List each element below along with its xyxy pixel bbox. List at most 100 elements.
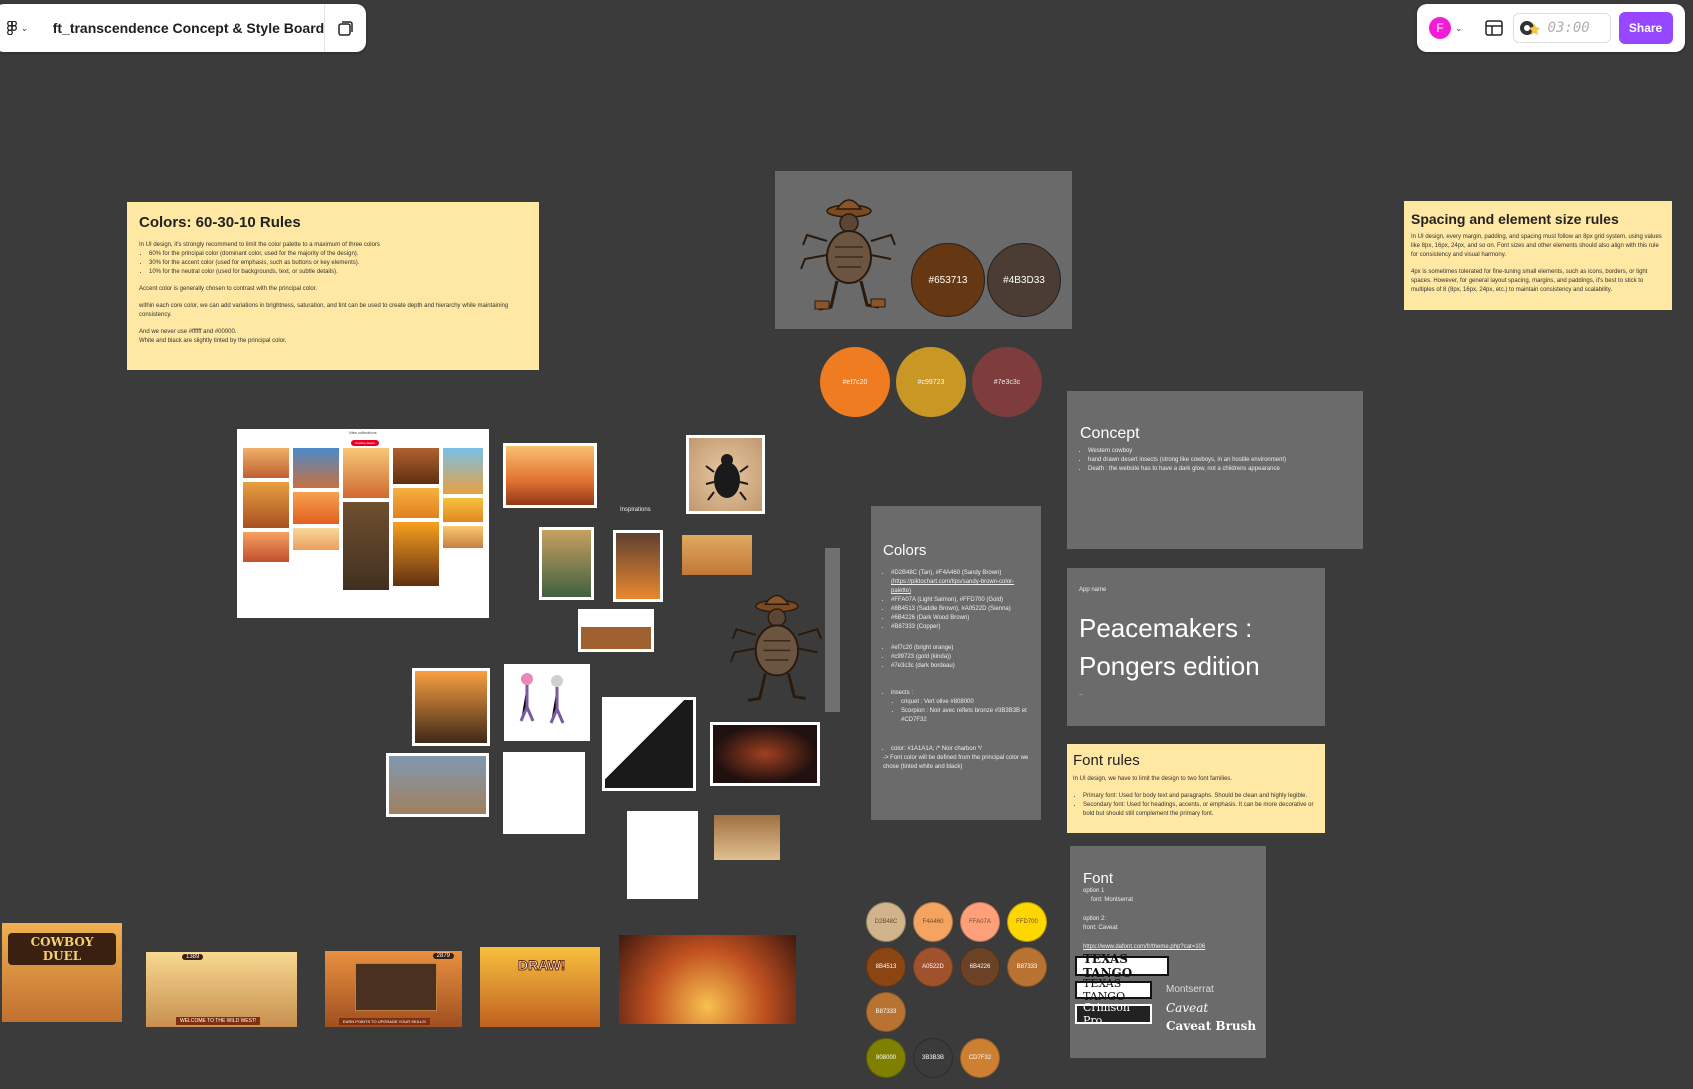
- card-text: font: Montserrat: [1091, 897, 1134, 903]
- concept-card[interactable]: Concept Western cowboy hand drawn desert…: [1067, 391, 1363, 549]
- card-text: -> Font color will be defined from the p…: [883, 755, 1029, 770]
- pin-thumb[interactable]: [343, 448, 389, 498]
- divider-bar: [825, 548, 840, 712]
- color-swatch[interactable]: CD7F32: [960, 1038, 1000, 1078]
- list-item: Scorpion : Noir avec reflets bronze #3B3…: [901, 707, 1029, 725]
- color-swatch[interactable]: A0522D: [913, 947, 953, 987]
- beetle-image[interactable]: [686, 435, 765, 514]
- game-banner: EARN POINTS TO UPGRADE YOUR SKILLS!: [339, 1018, 430, 1025]
- inspirations-label: Inspirations: [620, 507, 651, 513]
- pages-toggle-button[interactable]: [325, 19, 366, 37]
- card-title: Font rules: [1073, 752, 1140, 769]
- beetle-icon: [705, 454, 749, 501]
- pin-thumb[interactable]: [243, 532, 289, 562]
- colors-card[interactable]: Colors #D2B48C (Tan), #F4A460 (Sandy Bro…: [871, 506, 1041, 820]
- bird-cowboy-image[interactable]: [627, 811, 698, 899]
- color-swatch[interactable]: FFD700: [1007, 902, 1047, 942]
- dunes-image[interactable]: [682, 535, 752, 575]
- pin-thumb[interactable]: [393, 488, 439, 518]
- swatch-label: 6B4226: [969, 964, 991, 970]
- swatch-label: #653713: [928, 274, 968, 286]
- main-menu-button[interactable]: ⌄: [2, 21, 33, 35]
- font-sample[interactable]: TEXAS TANGO: [1075, 952, 1169, 980]
- pin-thumb[interactable]: [393, 522, 439, 586]
- color-swatch[interactable]: #653713: [911, 243, 985, 317]
- mascot-card[interactable]: #653713 #4B3D33: [775, 171, 1072, 329]
- color-swatch[interactable]: F4A460: [913, 902, 953, 942]
- score-display: 1389: [182, 954, 204, 960]
- wild-west-screen[interactable]: 1389 WELCOME TO THE WILD WEST!: [146, 952, 297, 1027]
- share-toolbar: F ⌄ 03:00 Share: [1417, 4, 1685, 52]
- color-swatch[interactable]: D2B48C: [866, 902, 906, 942]
- wanted-poster-image[interactable]: [613, 530, 663, 602]
- color-swatch[interactable]: 3B3B3B: [913, 1038, 953, 1078]
- desert-landscape-image[interactable]: [386, 753, 489, 817]
- pin-thumb[interactable]: [293, 492, 339, 524]
- font-rules-card[interactable]: Font rules In UI design, we have to limi…: [1067, 744, 1325, 833]
- pin-thumb[interactable]: [343, 502, 389, 590]
- list-item: insects :: [891, 689, 1029, 698]
- layout-icon[interactable]: [1484, 20, 1503, 36]
- pin-thumb[interactable]: [443, 498, 483, 522]
- chevron-down-icon[interactable]: ⌄: [1455, 23, 1463, 34]
- upgrade-screen[interactable]: 2879 EARN POINTS TO UPGRADE YOUR SKILLS!: [325, 951, 462, 1027]
- share-button[interactable]: Share: [1618, 12, 1673, 44]
- font-sample: Caveat: [1166, 1001, 1209, 1015]
- poster-image[interactable]: [539, 527, 594, 600]
- color-swatch[interactable]: FFA07A: [960, 902, 1000, 942]
- cactus-barrel-image[interactable]: [602, 697, 696, 791]
- color-swatch[interactable]: 6B4226: [960, 947, 1000, 987]
- app-name-card[interactable]: App name Peacemakers : Pongers edition .…: [1067, 568, 1325, 726]
- scorpion-creature-image[interactable]: [710, 722, 820, 786]
- timer-icon: [1519, 21, 1540, 35]
- avatar[interactable]: F: [1429, 17, 1451, 39]
- cowboy-duel-screen[interactable]: COWBOY DUEL: [2, 923, 122, 1022]
- color-swatch[interactable]: #c99723: [896, 347, 966, 417]
- pin-thumb[interactable]: [293, 528, 339, 550]
- pin-thumb[interactable]: [443, 448, 483, 494]
- concept-list: Western cowboy hand drawn desert insects…: [1088, 447, 1350, 474]
- game-title: DRAW!: [517, 957, 566, 974]
- palette-link[interactable]: (https://piktochart.com/tips/sandy-brown…: [891, 578, 1029, 596]
- color-swatch[interactable]: B87333: [1007, 947, 1047, 987]
- skeleton-dancers-image[interactable]: [504, 664, 590, 741]
- board-button[interactable]: Cowboy desert: [351, 440, 379, 446]
- font-sample[interactable]: Crimson Pro: [1075, 1001, 1152, 1027]
- color-swatch[interactable]: #ef7c20: [820, 347, 890, 417]
- color-swatch[interactable]: #7e3c3c: [972, 347, 1042, 417]
- spacing-rules-card[interactable]: Spacing and element size rules In UI des…: [1404, 201, 1672, 310]
- draw-screen[interactable]: DRAW!: [480, 947, 600, 1027]
- skeleton-icon: [519, 673, 565, 724]
- timer-widget[interactable]: 03:00: [1512, 13, 1611, 43]
- color-swatch[interactable]: 8B4513: [866, 947, 906, 987]
- card-text: In UI design, every margin, padding, and…: [1411, 234, 1662, 258]
- sunset-duel-image[interactable]: [619, 935, 796, 1024]
- font-link[interactable]: https://www.dafont.com/fr/theme.php?cat=…: [1083, 943, 1253, 952]
- chicken-cowboy-image[interactable]: [714, 815, 780, 860]
- colors-rules-card[interactable]: Colors: 60-30-10 Rules In UI design, it'…: [127, 202, 539, 370]
- list-item: Western cowboy: [1088, 447, 1350, 456]
- card-text: option 2:: [1083, 916, 1107, 922]
- pinterest-board-screenshot[interactable]: Mes collections Cowboy desert: [237, 429, 489, 618]
- file-title[interactable]: ft_transcendence Concept & Style Board: [53, 20, 325, 36]
- pin-thumb[interactable]: [443, 526, 483, 548]
- file-toolbar: ⌄ ft_transcendence Concept & Style Board: [0, 4, 366, 52]
- skeleton-cowboy-image[interactable]: [412, 668, 490, 746]
- list-item: #8B4513 (Saddle Brown), #A0522D (Sienna): [891, 605, 1029, 614]
- pin-thumb[interactable]: [393, 448, 439, 484]
- list-item: Death : the website has to have a dark g…: [1088, 465, 1350, 474]
- pin-thumb[interactable]: [293, 448, 339, 488]
- note-list: color: #1A1A1A; /* Noir charbon */: [891, 745, 1029, 754]
- desert-cowboy-image[interactable]: [503, 443, 597, 508]
- game-title: COWBOY DUEL: [8, 933, 116, 965]
- pin-thumb[interactable]: [243, 448, 289, 478]
- list-item: #D2B48C (Tan), #F4A460 (Sandy Brown): [891, 569, 1029, 578]
- color-swatch[interactable]: #4B3D33: [987, 243, 1061, 317]
- pin-thumb[interactable]: [243, 482, 289, 528]
- score-display: 2879: [432, 953, 454, 959]
- saloon-image[interactable]: [578, 609, 654, 652]
- horse-skull-image[interactable]: [503, 752, 585, 834]
- color-swatch[interactable]: B87333: [866, 992, 906, 1032]
- font-sample[interactable]: TEXAS TANGO: [1075, 977, 1152, 1003]
- color-swatch[interactable]: 808000: [866, 1038, 906, 1078]
